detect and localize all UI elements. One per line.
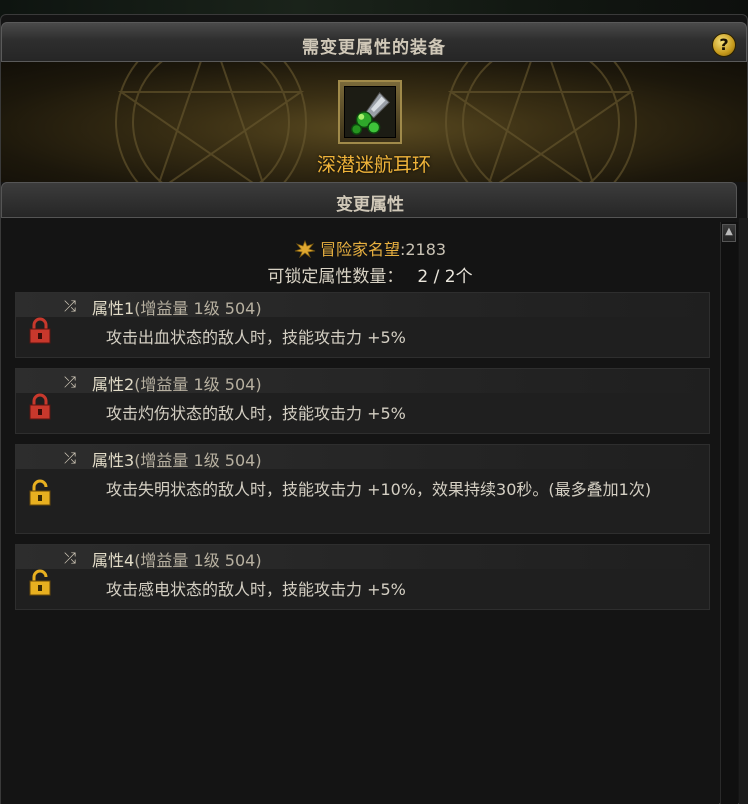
- window-title: 需变更属性的装备: [302, 38, 446, 58]
- attribute-description: 攻击灼伤状态的敌人时，技能攻击力 +5%: [106, 404, 406, 423]
- equipment-name: 深潜迷航耳环: [316, 154, 431, 176]
- attribute-level: (增益量 1级 504): [134, 299, 262, 318]
- shuffle-icon: ⤮: [64, 449, 77, 467]
- attribute-name: 属性3: [92, 451, 135, 470]
- attribute-level: (增益量 1级 504): [134, 375, 262, 394]
- fame-row: 冒险家名望:2183: [0, 236, 740, 260]
- help-button[interactable]: ?: [712, 33, 736, 57]
- attribute-name: 属性4: [92, 551, 135, 570]
- window-right-edge: [739, 218, 748, 804]
- shuffle-icon: ⤮: [64, 297, 77, 315]
- fame-crest-icon: [294, 240, 316, 258]
- fame-label: 冒险家名望: [319, 240, 400, 259]
- attribute-row[interactable]: ⤮ 属性1(增益量 1级 504) 攻击出血状态的敌人时，技能攻击力 +5%: [15, 292, 710, 358]
- scrollbar[interactable]: [720, 222, 738, 804]
- attribute-title: 属性4(增益量 1级 504): [92, 547, 262, 571]
- lock-count-label: 可锁定属性数量：: [267, 267, 404, 287]
- fame-value: 2183: [405, 240, 447, 259]
- attribute-description: 攻击感电状态的敌人时，技能攻击力 +5%: [106, 580, 406, 599]
- earring-icon: [344, 86, 396, 138]
- attribute-title: 属性3(增益量 1级 504): [92, 447, 262, 471]
- attribute-row[interactable]: ⤮ 属性2(增益量 1级 504) 攻击灼伤状态的敌人时，技能攻击力 +5%: [15, 368, 710, 434]
- attribute-row[interactable]: ⤮ 属性3(增益量 1级 504) 攻击失明状态的敌人时，技能攻击力 +10%，…: [15, 444, 710, 534]
- attribute-description: 攻击出血状态的敌人时，技能攻击力 +5%: [106, 328, 406, 347]
- attribute-row[interactable]: ⤮ 属性4(增益量 1级 504) 攻击感电状态的敌人时，技能攻击力 +5%: [15, 544, 710, 610]
- lock-count-value: 2 / 2个: [417, 267, 473, 287]
- section-title: 变更属性: [336, 195, 404, 215]
- unlocked-lock-icon[interactable]: [28, 479, 52, 507]
- attribute-title: 属性1(增益量 1级 504): [92, 295, 262, 319]
- equipment-slot[interactable]: [338, 80, 402, 144]
- locked-lock-icon[interactable]: [28, 393, 52, 421]
- attribute-name: 属性2: [92, 375, 135, 394]
- lock-count-row: 可锁定属性数量： 2 / 2个: [0, 262, 740, 287]
- attribute-name: 属性1: [92, 299, 135, 318]
- attribute-level: (增益量 1级 504): [134, 451, 262, 470]
- unlocked-lock-icon[interactable]: [28, 569, 52, 597]
- attribute-title: 属性2(增益量 1级 504): [92, 371, 262, 395]
- locked-lock-icon[interactable]: [28, 317, 52, 345]
- attribute-level: (增益量 1级 504): [134, 551, 262, 570]
- shuffle-icon: ⤮: [64, 549, 77, 567]
- attribute-description: 攻击失明状态的敌人时，技能攻击力 +10%，效果持续30秒。(最多叠加1次): [106, 480, 652, 499]
- shuffle-icon: ⤮: [64, 373, 77, 391]
